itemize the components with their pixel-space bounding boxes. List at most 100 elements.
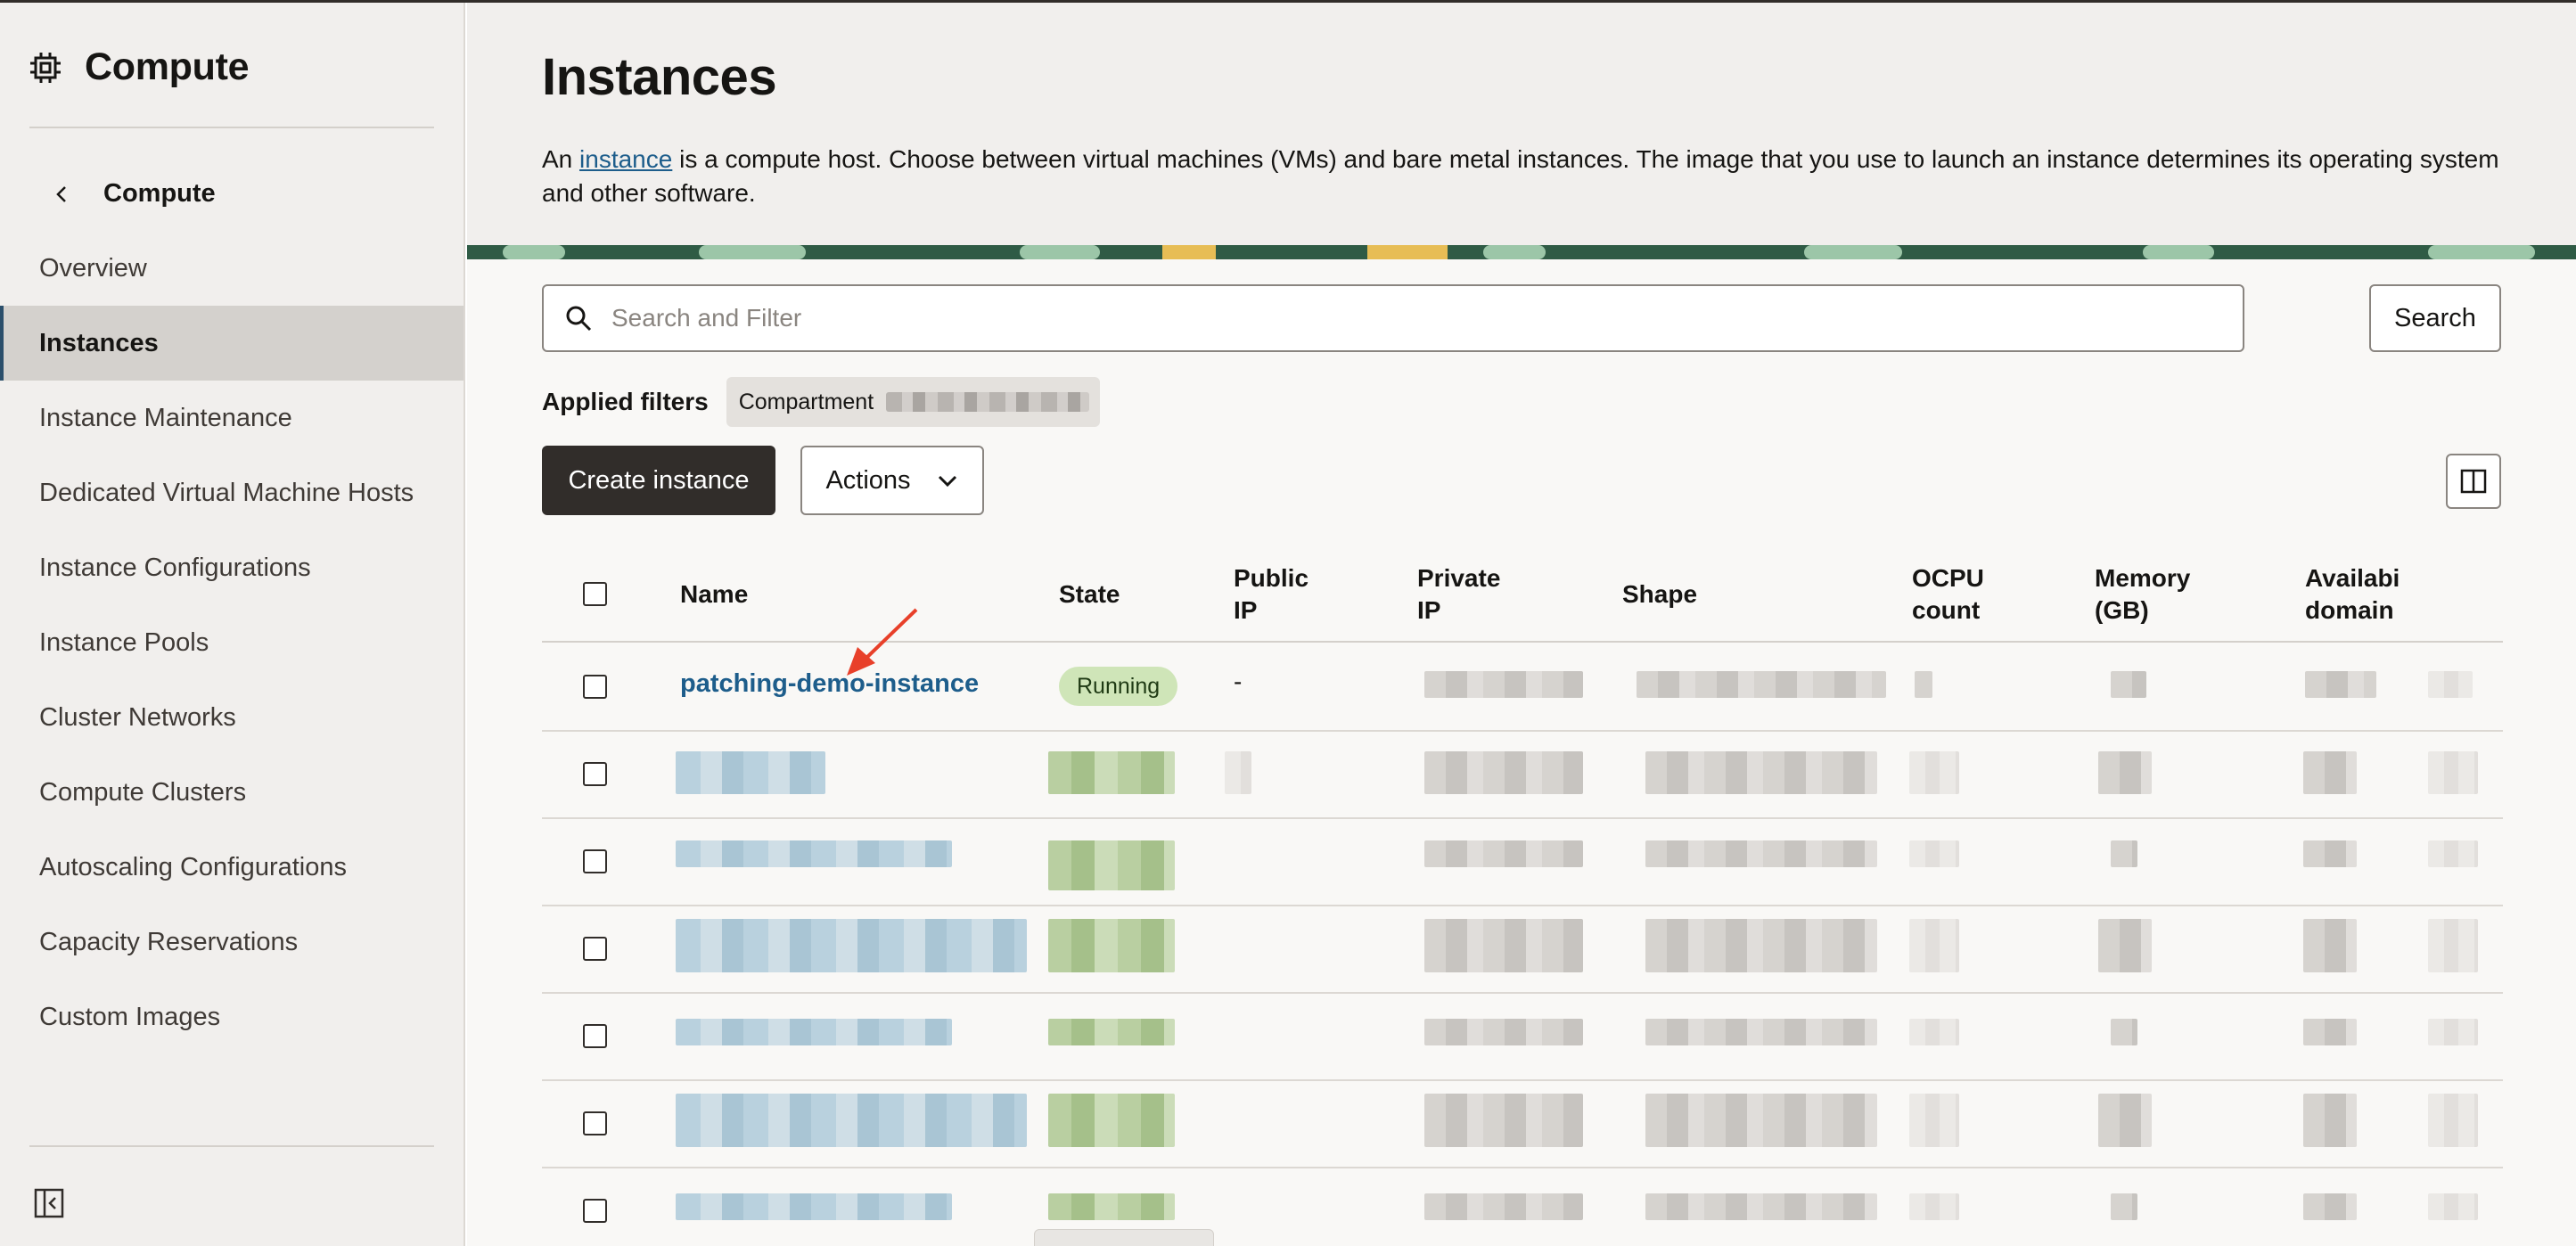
table-row xyxy=(542,1081,2503,1168)
redacted-memory xyxy=(2098,751,2152,794)
sidebar-item-label: Instance Maintenance xyxy=(39,403,292,432)
redacted-memory xyxy=(2111,1019,2137,1045)
sidebar-item-label: Compute Clusters xyxy=(39,777,247,807)
row-checkbox[interactable] xyxy=(583,937,607,961)
horizontal-scroll-handle[interactable] xyxy=(1034,1229,1214,1246)
redacted-instance-name xyxy=(676,1019,952,1045)
sidebar-item-label: Instance Configurations xyxy=(39,553,311,582)
sidebar-item-label: Instance Pools xyxy=(39,627,209,657)
sidebar-divider xyxy=(29,127,434,128)
redacted-shape xyxy=(1645,840,1877,867)
redacted-private-ip xyxy=(1424,671,1583,698)
search-icon xyxy=(566,306,592,332)
redacted-private-ip xyxy=(1424,1094,1583,1147)
redacted-memory xyxy=(2111,1193,2137,1220)
compartment-filter-chip[interactable]: Compartment xyxy=(726,377,1101,427)
table-row: patching-demo-instance Running - xyxy=(542,643,2503,732)
sidebar-item-custom-images[interactable]: Custom Images xyxy=(0,980,464,1054)
sidebar-item-label: Cluster Networks xyxy=(39,702,236,732)
sidebar-item-label: Dedicated Virtual Machine Hosts xyxy=(39,478,414,507)
column-header-public-ip[interactable]: Public IP xyxy=(1234,562,1309,627)
sidebar-header: Compute xyxy=(29,45,250,89)
column-header-availability-domain[interactable]: Availabi domain xyxy=(2305,562,2400,627)
redacted-availability-domain xyxy=(2303,840,2357,867)
page-title: Instances xyxy=(542,48,777,106)
row-checkbox[interactable] xyxy=(583,1024,607,1048)
redacted-availability-domain xyxy=(2303,1094,2357,1147)
sidebar-back-link[interactable]: Compute xyxy=(52,179,216,209)
redacted-state xyxy=(1048,919,1175,972)
row-checkbox[interactable] xyxy=(583,849,607,873)
column-header-name[interactable]: Name xyxy=(680,578,748,611)
redacted-availability-domain xyxy=(2303,1193,2357,1220)
redacted-shape xyxy=(1637,671,1886,698)
chevron-down-icon xyxy=(938,475,956,488)
redacted-ocpu xyxy=(1909,751,1959,794)
redacted-availability-domain xyxy=(2303,919,2357,972)
redacted-private-ip xyxy=(1424,1019,1583,1045)
redacted-shape xyxy=(1645,1193,1877,1220)
annotation-arrow-icon xyxy=(847,608,918,676)
applied-filters-label: Applied filters xyxy=(542,388,709,415)
sidebar-item-dedicated-vm-hosts[interactable]: Dedicated Virtual Machine Hosts xyxy=(0,455,464,530)
actions-label: Actions xyxy=(825,465,911,495)
sidebar-item-label: Autoscaling Configurations xyxy=(39,852,347,881)
chevron-left-icon xyxy=(56,185,66,202)
column-header-state[interactable]: State xyxy=(1059,578,1120,611)
redacted-private-ip xyxy=(1424,751,1583,794)
redacted-instance-name xyxy=(676,751,825,794)
sidebar-item-instance-maintenance[interactable]: Instance Maintenance xyxy=(0,381,464,455)
redacted-ocpu xyxy=(1915,671,1932,698)
redacted-ocpu xyxy=(1909,919,1959,972)
sidebar-divider xyxy=(29,1145,434,1147)
sidebar-item-overview[interactable]: Overview xyxy=(0,231,464,306)
actions-menu-button[interactable]: Actions xyxy=(800,446,984,515)
redacted-value xyxy=(2428,1094,2478,1147)
sidebar-item-autoscaling-configurations[interactable]: Autoscaling Configurations xyxy=(0,830,464,905)
search-button[interactable]: Search xyxy=(2369,284,2501,352)
instance-doc-link[interactable]: instance xyxy=(579,145,672,173)
row-checkbox[interactable] xyxy=(583,1199,607,1223)
sidebar-item-capacity-reservations[interactable]: Capacity Reservations xyxy=(0,905,464,980)
page-description: An instance is a compute host. Choose be… xyxy=(542,143,2503,210)
search-input-container[interactable] xyxy=(542,284,2244,352)
row-checkbox[interactable] xyxy=(583,675,607,699)
sidebar-item-cluster-networks[interactable]: Cluster Networks xyxy=(0,680,464,755)
redacted-value xyxy=(2428,919,2478,972)
create-instance-button[interactable]: Create instance xyxy=(542,446,775,515)
redacted-memory xyxy=(2098,1094,2152,1147)
sidebar-item-instance-pools[interactable]: Instance Pools xyxy=(0,605,464,680)
sidebar-item-compute-clusters[interactable]: Compute Clusters xyxy=(0,755,464,830)
table-row xyxy=(542,732,2503,819)
column-header-ocpu[interactable]: OCPU count xyxy=(1912,562,1984,627)
redacted-shape xyxy=(1645,919,1877,972)
sidebar-item-instance-configurations[interactable]: Instance Configurations xyxy=(0,530,464,605)
chip-icon xyxy=(30,52,61,83)
redacted-memory xyxy=(2098,919,2152,972)
column-header-private-ip[interactable]: Private IP xyxy=(1417,562,1500,627)
search-input[interactable] xyxy=(611,304,2216,332)
split-view-icon xyxy=(2460,469,2487,494)
redacted-private-ip xyxy=(1424,840,1583,867)
column-header-shape[interactable]: Shape xyxy=(1622,578,1697,611)
row-checkbox[interactable] xyxy=(583,1111,607,1135)
redacted-memory xyxy=(2111,671,2146,698)
instance-name-link[interactable]: patching-demo-instance xyxy=(680,669,979,699)
redacted-value xyxy=(2428,671,2473,698)
redacted-shape xyxy=(1645,1019,1877,1045)
column-header-memory[interactable]: Memory (GB) xyxy=(2095,562,2190,627)
redacted-public-ip xyxy=(1225,751,1251,794)
redacted-private-ip xyxy=(1424,1193,1583,1220)
sidebar-item-instances[interactable]: Instances xyxy=(0,306,464,381)
column-layout-button[interactable] xyxy=(2446,454,2501,509)
sidebar-item-label: Overview xyxy=(39,253,147,283)
collapse-sidebar-icon[interactable] xyxy=(34,1188,64,1218)
redacted-instance-name xyxy=(676,1193,952,1220)
compartment-filter-label: Compartment xyxy=(738,389,874,414)
redacted-shape xyxy=(1645,1094,1877,1147)
redacted-availability-domain xyxy=(2303,1019,2357,1045)
decorative-banner xyxy=(467,245,2576,259)
redacted-memory xyxy=(2111,840,2137,867)
select-all-checkbox[interactable] xyxy=(583,582,607,606)
row-checkbox[interactable] xyxy=(583,762,607,786)
